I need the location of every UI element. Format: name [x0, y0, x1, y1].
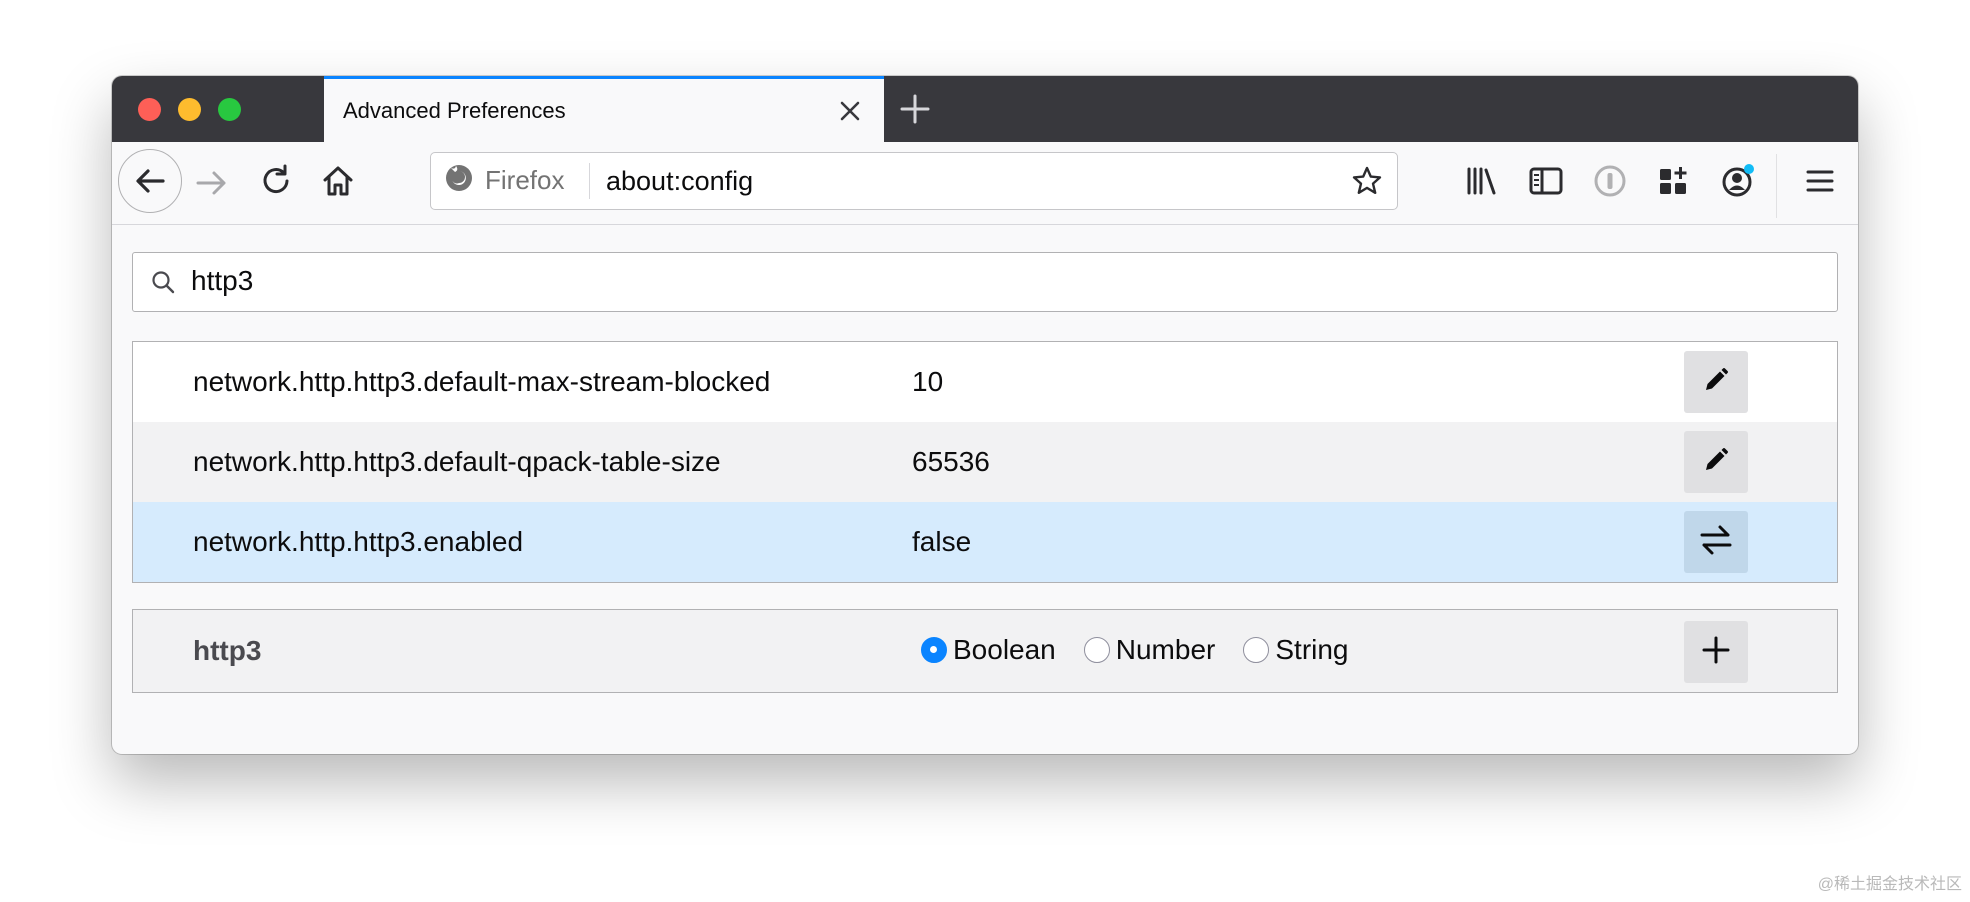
- hamburger-menu-icon[interactable]: [1802, 163, 1838, 199]
- edit-button[interactable]: [1684, 351, 1748, 413]
- containers-icon[interactable]: [1656, 163, 1692, 199]
- radio-label: Boolean: [953, 634, 1056, 665]
- pref-value: 10: [912, 366, 944, 397]
- url-bar[interactable]: Firefox about:config: [430, 152, 1398, 210]
- extension-icon[interactable]: [1592, 163, 1628, 199]
- pref-name: network.http.http3.default-max-stream-bl…: [193, 366, 771, 397]
- radio-button-string[interactable]: [1243, 637, 1270, 663]
- forward-arrow-icon[interactable]: [194, 165, 230, 201]
- pref-value: false: [912, 526, 972, 557]
- pencil-icon: [1701, 445, 1731, 480]
- search-input[interactable]: [191, 261, 1791, 301]
- new-pref-row: http3 Boolean Number String: [132, 609, 1838, 693]
- firefox-logo-icon: [443, 162, 475, 199]
- radio-boolean[interactable]: Boolean: [921, 634, 1056, 666]
- sidebar-icon[interactable]: [1528, 163, 1564, 199]
- add-pref-button[interactable]: [1684, 621, 1748, 683]
- account-icon[interactable]: [1720, 163, 1756, 199]
- prefs-table: network.http.http3.default-max-stream-bl…: [132, 341, 1838, 583]
- minimize-window-button[interactable]: [178, 98, 201, 121]
- toolbar-separator: [1776, 154, 1777, 218]
- browser-window: Advanced Preferences Firefox about:confi…: [112, 76, 1858, 754]
- toggle-button[interactable]: [1684, 511, 1748, 573]
- new-pref-name: http3: [193, 635, 262, 666]
- table-row[interactable]: network.http.http3.default-max-stream-bl…: [133, 342, 1837, 422]
- nav-toolbar: Firefox about:config: [112, 142, 1858, 225]
- radio-button-boolean[interactable]: [921, 637, 947, 663]
- table-row-selected[interactable]: network.http.http3.enabled false: [133, 502, 1837, 582]
- tab-advanced-preferences[interactable]: Advanced Preferences: [324, 76, 884, 142]
- pref-name: network.http.http3.default-qpack-table-s…: [193, 446, 721, 477]
- back-arrow-icon: [133, 164, 167, 203]
- radio-label: Number: [1115, 634, 1216, 665]
- edit-button[interactable]: [1684, 431, 1748, 493]
- pref-name: network.http.http3.enabled: [193, 526, 524, 557]
- radio-string[interactable]: String: [1243, 634, 1349, 666]
- star-icon[interactable]: [1351, 165, 1383, 197]
- library-icon[interactable]: [1464, 163, 1500, 199]
- toggle-arrows-icon: [1698, 522, 1734, 563]
- pref-value: 65536: [912, 446, 990, 477]
- url-text[interactable]: about:config: [606, 166, 753, 197]
- title-bar: Advanced Preferences: [112, 76, 1858, 142]
- close-window-button[interactable]: [138, 98, 161, 121]
- radio-button-number[interactable]: [1083, 637, 1110, 663]
- plus-icon[interactable]: [898, 92, 932, 126]
- identity-box[interactable]: Firefox: [443, 153, 564, 208]
- table-row[interactable]: network.http.http3.default-qpack-table-s…: [133, 422, 1837, 502]
- watermark: @稀土掘金技术社区: [1817, 876, 1962, 893]
- zoom-window-button[interactable]: [218, 98, 241, 121]
- pref-search-box[interactable]: [132, 252, 1838, 312]
- url-divider: [589, 163, 590, 199]
- close-icon[interactable]: [836, 97, 864, 125]
- plus-icon: [1701, 635, 1731, 670]
- back-button[interactable]: [118, 149, 182, 213]
- reload-icon[interactable]: [258, 163, 294, 199]
- search-icon: [149, 268, 177, 296]
- radio-number[interactable]: Number: [1083, 634, 1216, 666]
- pencil-icon: [1701, 365, 1731, 400]
- tab-title: Advanced Preferences: [343, 98, 566, 123]
- radio-label: String: [1275, 634, 1349, 665]
- identity-label: Firefox: [485, 165, 565, 195]
- home-icon[interactable]: [320, 163, 356, 199]
- pref-type-radio-group: Boolean Number String: [921, 632, 1377, 668]
